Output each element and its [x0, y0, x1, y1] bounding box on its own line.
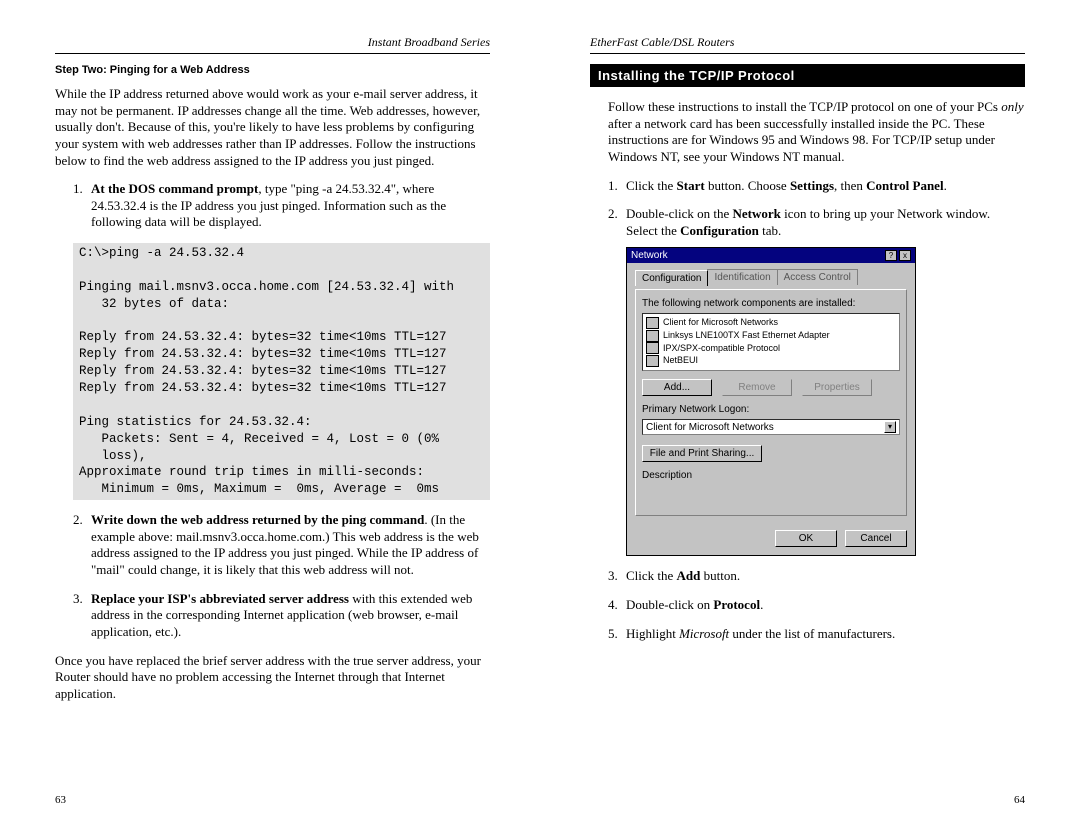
network-dialog-screenshot: Network ? x Configuration Identification…	[626, 247, 916, 556]
tab-identification: Identification	[707, 269, 777, 285]
list-item: Client for Microsoft Networks	[646, 316, 896, 329]
list-item: NetBEUI	[646, 354, 896, 367]
left-intro-paragraph: While the IP address returned above woul…	[55, 86, 490, 169]
component-buttons: Add... Remove Properties	[642, 379, 900, 396]
page-right: EtherFast Cable/DSL Routers Installing t…	[540, 35, 1080, 816]
page-spread: Instant Broadband Series Step Two: Pingi…	[0, 0, 1080, 834]
section-bar-installing-tcpip: Installing the TCP/IP Protocol	[590, 64, 1025, 87]
intro-a: Follow these instructions to install the…	[608, 99, 1001, 114]
running-head-right: EtherFast Cable/DSL Routers	[590, 35, 1025, 50]
left-step-1: 1. At the DOS command prompt, type "ping…	[55, 181, 490, 231]
step-number: 3.	[608, 568, 626, 585]
right-step-5: 5. Highlight Microsoft under the list of…	[590, 626, 1025, 643]
add-button: Add...	[642, 379, 712, 396]
right-intro-paragraph: Follow these instructions to install the…	[590, 99, 1025, 166]
tab-configuration: Configuration	[635, 270, 708, 286]
primary-logon-value: Client for Microsoft Networks	[646, 422, 774, 433]
rule-right	[590, 53, 1025, 54]
left-outro-paragraph: Once you have replaced the brief server …	[55, 653, 490, 703]
rule-left	[55, 53, 490, 54]
close-icon: x	[899, 250, 911, 261]
file-print-row: File and Print Sharing...	[642, 445, 900, 462]
components-label: The following network components are ins…	[642, 298, 900, 309]
win95-title-text: Network	[631, 250, 668, 261]
help-icon: ?	[885, 250, 897, 261]
step3-lead: Replace your ISP's abbreviated server ad…	[91, 591, 349, 606]
step-number: 1.	[73, 181, 91, 231]
page-number-right: 64	[1014, 794, 1025, 806]
primary-logon-label: Primary Network Logon:	[642, 404, 900, 415]
right-step-1: 1. Click the Start button. Choose Settin…	[590, 178, 1025, 195]
step-number: 5.	[608, 626, 626, 643]
primary-logon-dropdown: Client for Microsoft Networks ▾	[642, 419, 900, 435]
step-text: Replace your ISP's abbreviated server ad…	[91, 591, 490, 641]
step-number: 4.	[608, 597, 626, 614]
left-step-3: 3. Replace your ISP's abbreviated server…	[55, 591, 490, 641]
step-text: Highlight Microsoft under the list of ma…	[626, 626, 1025, 643]
win95-titlebar: Network ? x	[627, 248, 915, 263]
page-number-left: 63	[55, 794, 66, 806]
cancel-button: Cancel	[845, 530, 907, 547]
win95-window-controls: ? x	[885, 250, 911, 261]
step-text: Click the Add button.	[626, 568, 1025, 585]
list-item: Linksys LNE100TX Fast Ethernet Adapter	[646, 329, 896, 342]
right-step-4: 4. Double-click on Protocol.	[590, 597, 1025, 614]
tab-access-control: Access Control	[777, 269, 858, 285]
subhead-step-two: Step Two: Pinging for a Web Address	[55, 64, 490, 76]
step-number: 1.	[608, 178, 626, 195]
ok-button: OK	[775, 530, 837, 547]
ping-output-codeblock: C:\>ping -a 24.53.32.4 Pinging mail.msnv…	[73, 243, 490, 500]
step-text: Double-click on Protocol.	[626, 597, 1025, 614]
step-text: At the DOS command prompt, type "ping -a…	[91, 181, 490, 231]
step1-lead: At the DOS command prompt	[91, 181, 258, 196]
page-left: Instant Broadband Series Step Two: Pingi…	[0, 35, 540, 816]
components-listbox: Client for Microsoft Networks Linksys LN…	[642, 313, 900, 371]
win95-config-panel: The following network components are ins…	[635, 289, 907, 516]
step-number: 3.	[73, 591, 91, 641]
step-number: 2.	[608, 206, 626, 239]
list-item: IPX/SPX-compatible Protocol	[646, 342, 896, 355]
step-text: Click the Start button. Choose Settings,…	[626, 178, 1025, 195]
step2-lead: Write down the web address returned by t…	[91, 512, 424, 527]
remove-button: Remove	[722, 379, 792, 396]
win95-footer-buttons: OK Cancel	[627, 524, 915, 555]
step-number: 2.	[73, 512, 91, 579]
step-text: Double-click on the Network icon to brin…	[626, 206, 1025, 239]
right-step-3: 3. Click the Add button.	[590, 568, 1025, 585]
description-area	[642, 485, 900, 509]
win95-body: Configuration Identification Access Cont…	[627, 263, 915, 524]
running-head-left: Instant Broadband Series	[55, 35, 490, 50]
intro-b: after a network card has been successful…	[608, 116, 995, 164]
description-label: Description	[642, 470, 900, 481]
step-text: Write down the web address returned by t…	[91, 512, 490, 579]
file-print-sharing-button: File and Print Sharing...	[642, 445, 762, 462]
win95-tabstrip: Configuration Identification Access Cont…	[635, 269, 907, 285]
right-step-2: 2. Double-click on the Network icon to b…	[590, 206, 1025, 239]
properties-button: Properties	[802, 379, 872, 396]
left-step-2: 2. Write down the web address returned b…	[55, 512, 490, 579]
chevron-down-icon: ▾	[884, 421, 896, 433]
intro-italic-only: only	[1001, 99, 1023, 114]
